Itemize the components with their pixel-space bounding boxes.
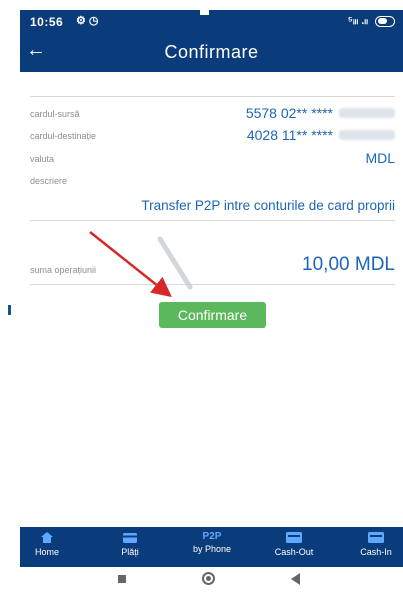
atm-icon [286, 532, 302, 543]
tab-home-label: Home [34, 547, 59, 557]
divider [30, 220, 395, 221]
tab-cash-out[interactable]: Cash-Out [266, 527, 322, 567]
card-icon [123, 533, 137, 543]
source-card-value: 5578 02** **** [245, 105, 333, 121]
back-triangle-icon[interactable] [291, 573, 300, 585]
app-header: 10:56 ⚙ ◷ ⁵ᵢₗₗ .ₗₗ ← Confirmare [20, 10, 403, 72]
dest-card-label: cardul-destinație [30, 131, 97, 141]
atm-icon [368, 532, 384, 543]
phone-screen: 10:56 ⚙ ◷ ⁵ᵢₗₗ .ₗₗ ← Confirmare cardul-s… [20, 10, 403, 592]
divider [30, 284, 395, 285]
status-icons: ⚙ ◷ [76, 15, 99, 27]
edge-marker [8, 305, 11, 315]
tab-plati-label: Plăți [121, 547, 139, 557]
currency-row: valuta MDL [30, 150, 395, 168]
tab-plati[interactable]: Plăți [105, 527, 155, 567]
status-bar: 10:56 ⚙ ◷ ⁵ᵢₗₗ .ₗₗ [20, 10, 403, 32]
currency-value: MDL [365, 150, 395, 166]
divider [30, 96, 395, 97]
camera-notch [200, 10, 209, 15]
dest-card-row: cardul-destinație 4028 11** **** [30, 127, 395, 145]
signal-icon: ⁵ᵢₗₗ .ₗₗ [347, 15, 368, 27]
status-time: 10:56 [30, 15, 64, 29]
tab-p2p[interactable]: P2P by Phone [183, 527, 241, 567]
confirm-button[interactable]: Confirmare [159, 302, 266, 328]
description-row: descriere [30, 172, 395, 190]
tab-cash-in-label: Cash-In [360, 547, 392, 557]
tab-cash-out-label: Cash-Out [274, 547, 314, 557]
amount-value: 10,00 MDL [302, 254, 395, 275]
currency-label: valuta [30, 154, 55, 164]
battery-icon [375, 15, 395, 27]
description-label: descriere [30, 176, 68, 186]
screenshot-left-edge [0, 0, 20, 592]
source-card-row: cardul-sursă 5578 02** **** [30, 105, 395, 123]
system-nav-bar [20, 567, 403, 592]
masked-card-digits [339, 130, 395, 140]
recent-apps-icon[interactable] [118, 575, 126, 583]
bottom-tab-bar: Home Plăți P2P by Phone Cash-Out Cash-In [20, 527, 403, 567]
tab-cash-in[interactable]: Cash-In [349, 527, 403, 567]
home-circle-icon[interactable] [202, 572, 215, 585]
arrow-shadow [157, 236, 193, 290]
source-card-label: cardul-sursă [30, 109, 80, 119]
status-right: ⁵ᵢₗₗ .ₗₗ [348, 14, 395, 27]
confirmation-details: cardul-sursă 5578 02** **** cardul-desti… [20, 72, 403, 527]
page-title: Confirmare [164, 42, 259, 62]
dest-card-value: 4028 11** **** [246, 127, 333, 143]
home-icon [41, 532, 53, 543]
p2p-label: P2P [202, 531, 222, 542]
tab-home[interactable]: Home [22, 527, 72, 567]
tab-p2p-label: by Phone [192, 544, 232, 554]
amount-label: suma operațiunii [30, 265, 97, 275]
description-value: Transfer P2P intre conturile de card pro… [141, 198, 395, 213]
masked-card-digits [339, 108, 395, 118]
